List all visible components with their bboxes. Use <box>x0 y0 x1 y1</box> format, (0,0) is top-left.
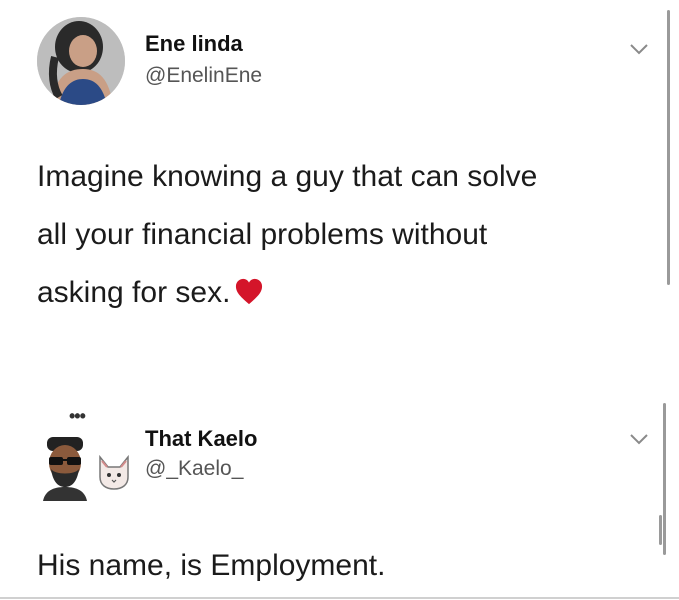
divider <box>0 597 679 599</box>
tweet-text-line: Imagine knowing a guy that can solve <box>37 160 538 193</box>
tweet-text: Imagine knowing a guy that can solve all… <box>37 148 537 322</box>
tweet-that-kaelo: ••• That Kaelo @_Kaelo_ His name, is Emp… <box>0 395 679 600</box>
scrollbar[interactable] <box>663 403 666 555</box>
tweet-text: His name, is Employment. <box>37 545 385 587</box>
chevron-down-icon[interactable] <box>628 42 650 56</box>
display-name[interactable]: Ene linda <box>145 31 243 57</box>
scrollbar[interactable] <box>667 10 670 285</box>
user-handle[interactable]: @_Kaelo_ <box>145 457 243 481</box>
heart-icon <box>236 278 263 305</box>
more-indicator: ••• <box>69 406 86 426</box>
avatar[interactable] <box>37 17 125 105</box>
user-handle[interactable]: @EnelinEne <box>145 64 262 88</box>
scrollbar-thumb[interactable] <box>659 515 662 545</box>
chevron-down-icon[interactable] <box>628 432 650 446</box>
tweet-text-line: all your financial problems without <box>37 218 488 251</box>
avatar[interactable] <box>37 429 93 501</box>
tweet-ene-linda: Ene linda @EnelinEne Imagine knowing a g… <box>0 0 679 395</box>
cat-emoji-icon <box>99 454 129 490</box>
tweet-text-line: asking for sex. <box>37 264 537 322</box>
tweet-text-line: His name, is Employment. <box>37 549 386 582</box>
display-name[interactable]: That Kaelo <box>145 426 257 452</box>
tweet-text-fragment: asking for sex. <box>37 276 231 309</box>
